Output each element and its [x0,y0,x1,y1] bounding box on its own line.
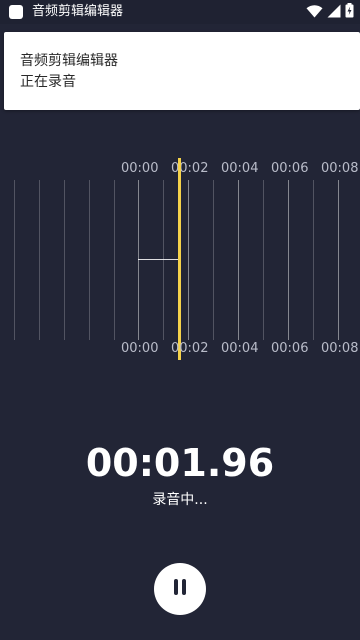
notification-text: 正在录音 [20,74,76,90]
battery-charging-icon [345,2,354,22]
status-icons [306,2,354,22]
wifi-icon [306,3,323,22]
time-tick-label: 00:02 [171,161,209,176]
time-tick-label: 00:02 [171,341,209,356]
signal-icon [327,3,341,22]
status-bar-app-title: 音频剪辑编辑器 [32,4,124,19]
recording-notification[interactable]: 音频剪辑编辑器 正在录音 [4,32,360,110]
recording-status: 录音中... [152,492,208,508]
time-tick-label: 00:06 [271,341,309,356]
time-tick-label: 00:04 [221,341,259,356]
notification-title: 音频剪辑编辑器 [20,53,118,69]
time-tick-label: 00:08 [321,161,359,176]
elapsed-time: 00:01.96 [85,441,275,485]
bottom-time-ruler: 00:00 00:02 00:04 00:06 00:08 [0,340,360,360]
time-tick-label: 00:00 [121,341,159,356]
time-tick-label: 00:04 [221,161,259,176]
pause-button[interactable] [154,563,206,615]
time-tick-label: 00:00 [121,161,159,176]
playhead-cursor[interactable] [178,158,181,360]
pause-icon [172,578,188,600]
status-bar: 音频剪辑编辑器 [0,0,360,24]
time-tick-label: 00:08 [321,341,359,356]
app-notification-icon [9,5,23,19]
time-tick-label: 00:06 [271,161,309,176]
